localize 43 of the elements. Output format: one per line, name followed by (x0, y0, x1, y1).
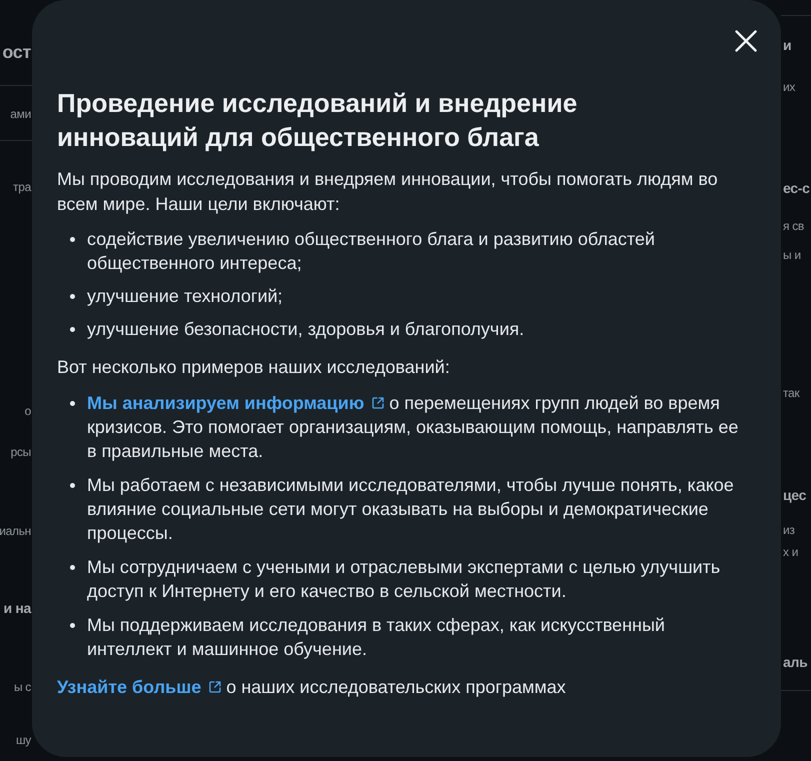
background-heading: ост (2, 41, 31, 64)
bullet-icon (70, 294, 74, 299)
bullet-icon (70, 401, 74, 406)
list-item-text: Мы анализируем информацию о перемещениях групп людей во время кризисов. Это помогает организациям, оказывающим помощь, направлять ее в правильные места. (87, 391, 740, 463)
background-text: шу (16, 732, 31, 749)
close-button[interactable] (733, 28, 759, 54)
background-heading: ес-с (783, 179, 810, 198)
list-item-text: улучшение безопасности, здоровья и благополучия. (87, 318, 524, 341)
background-text: их (783, 79, 796, 96)
link[interactable]: Мы анализируем информацию (87, 391, 384, 415)
bullet-icon (70, 237, 74, 242)
dialog-title: Проведение исследований и внедрение инноваций для общественного блага (57, 87, 578, 154)
list-item-text: Мы работаем с независимыми исследователями, чтобы лучше понять, какое влияние социальные сети могут оказывать на выборы и демократические процессы. (87, 474, 735, 545)
bullet-icon (70, 623, 74, 628)
section-text: Вот несколько примеров наших исследований: (57, 356, 451, 379)
list-item-text: содействие увеличению общественного блага и развитию областей общественного интереса; (87, 228, 656, 275)
background-text: так (783, 385, 800, 402)
background-heading: аль (783, 653, 808, 672)
background-text: из (783, 522, 795, 539)
footer-text: Узнайте больше о наших исследовательских программах (57, 675, 567, 699)
bullet-icon (70, 327, 74, 332)
background-heading: цес (783, 486, 806, 505)
background-heading: и (783, 36, 792, 55)
background-text: ы с (14, 679, 31, 696)
background-text: х и (783, 544, 798, 561)
intro-text: Мы проводим исследования и внедряем инновации, чтобы помогать людям во всем мире. Наши цели включают: (57, 168, 719, 216)
list-item-text: Мы сотрудничаем с учеными и отраслевыми экспертами с целью улучшить доступ к Интернету и его качество в сельской местности. (87, 556, 722, 603)
background-text: рсы (10, 444, 31, 461)
bullet-icon (70, 565, 74, 570)
background-text: о (24, 403, 31, 420)
background-text: тра (13, 179, 31, 196)
link[interactable]: Узнайте больше (57, 675, 222, 699)
list-item-text: улучшение технологий; (87, 285, 283, 308)
list-item-text: Мы поддерживаем исследования в таких сферах, как искусственный интеллект и машинное обучение. (87, 614, 666, 661)
background-text: я св (783, 218, 804, 235)
close-icon (735, 30, 757, 52)
background-text: ами (10, 106, 31, 123)
background-text: иальн (0, 523, 31, 540)
bullet-icon (70, 483, 74, 488)
external-link-icon (372, 397, 384, 409)
background-heading: и на (3, 599, 31, 618)
external-link-icon (209, 681, 222, 693)
background-text: ы и (783, 247, 801, 264)
